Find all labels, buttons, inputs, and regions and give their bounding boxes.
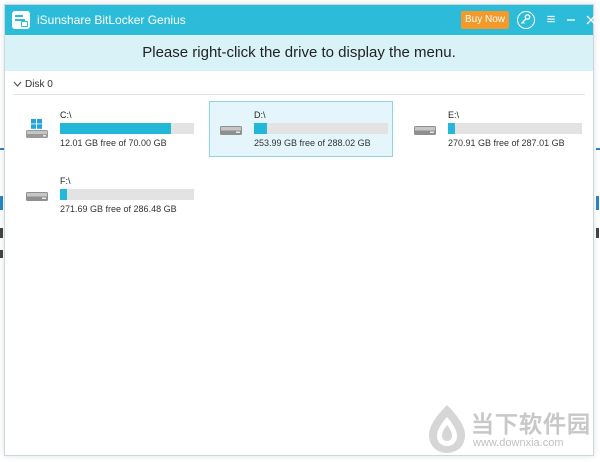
drive-label: C:\	[60, 110, 72, 120]
app-logo-icon	[12, 11, 30, 29]
background-fragment	[0, 228, 3, 238]
disk-group-header[interactable]: Disk 0	[13, 79, 53, 90]
menu-icon[interactable]: ≡	[541, 10, 561, 30]
free-space-text: 271.69 GB free of 286.48 GB	[60, 204, 177, 214]
app-window: iSunshare BitLocker Genius Buy Now ≡ Ple…	[4, 4, 596, 457]
usage-bar	[60, 189, 194, 200]
free-space-text: 270.91 GB free of 287.01 GB	[448, 138, 565, 148]
usage-bar	[60, 123, 194, 134]
windows-drive-icon	[24, 118, 48, 138]
watermark: 当下软件园 www.downxia.com	[425, 401, 595, 457]
buy-now-button[interactable]: Buy Now	[461, 11, 509, 29]
key-icon[interactable]	[517, 11, 535, 29]
drive-label: E:\	[448, 110, 460, 120]
drive-label: D:\	[254, 110, 266, 120]
watermark-brand: 当下软件园	[471, 411, 591, 437]
drive-d[interactable]: D:\ 253.99 GB free of 288.02 GB	[209, 101, 393, 157]
instruction-banner: Please right-click the drive to display …	[5, 35, 593, 71]
app-title: iSunshare BitLocker Genius	[37, 13, 186, 27]
drive-e[interactable]: E:\ 270.91 GB free of 287.01 GB	[403, 101, 587, 157]
watermark-url: www.downxia.com	[473, 437, 564, 449]
drive-label: F:\	[60, 176, 71, 186]
usage-bar-fill	[448, 123, 455, 134]
background-fragment	[596, 148, 600, 150]
hard-drive-icon	[218, 118, 242, 135]
minimize-icon[interactable]	[561, 10, 581, 30]
usage-bar-fill	[60, 189, 67, 200]
usage-bar-fill	[254, 123, 268, 134]
hard-drive-icon	[412, 118, 436, 135]
background-fragment	[0, 196, 3, 210]
chevron-down-icon	[13, 79, 22, 89]
divider	[13, 94, 585, 95]
background-fragment	[0, 250, 3, 258]
usage-bar	[254, 123, 388, 134]
drive-f[interactable]: F:\ 271.69 GB free of 286.48 GB	[15, 167, 199, 223]
free-space-text: 12.01 GB free of 70.00 GB	[60, 138, 167, 148]
background-fragment	[596, 196, 599, 210]
usage-bar-fill	[60, 123, 172, 134]
drive-c[interactable]: C:\ 12.01 GB free of 70.00 GB	[15, 101, 199, 157]
close-icon[interactable]	[581, 10, 600, 30]
hard-drive-icon	[24, 184, 48, 201]
usage-bar	[448, 123, 582, 134]
background-fragment	[596, 228, 599, 238]
disk-label: Disk 0	[25, 79, 53, 90]
watermark-logo-icon	[429, 405, 465, 453]
free-space-text: 253.99 GB free of 288.02 GB	[254, 138, 371, 148]
title-bar[interactable]: iSunshare BitLocker Genius Buy Now ≡	[5, 5, 596, 35]
